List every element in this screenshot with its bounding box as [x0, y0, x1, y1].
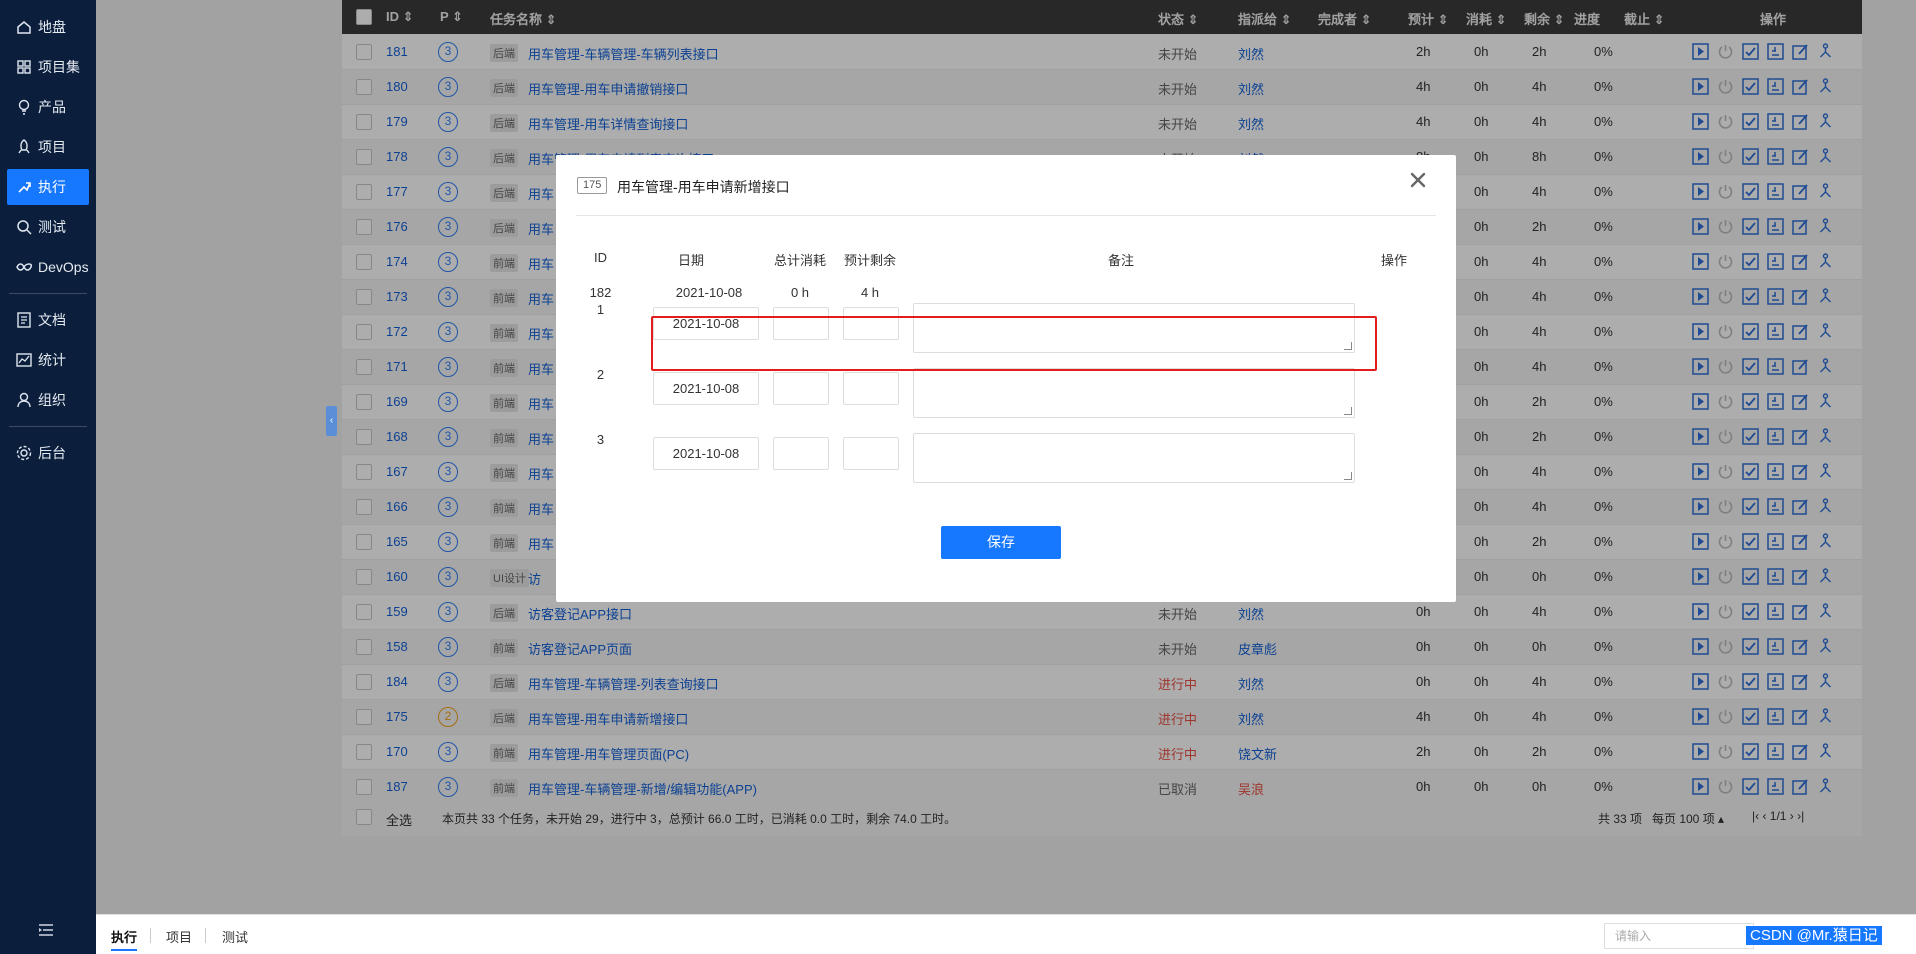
effort-modal: 175 用车管理-用车申请新增接口 ID 日期 总计消耗 预计剩余 备注 操作 … — [556, 155, 1456, 602]
nav-divider — [9, 426, 87, 427]
run-icon — [15, 178, 33, 196]
user-icon — [15, 391, 33, 409]
left-input[interactable] — [843, 372, 899, 405]
entry-id: 2 — [596, 367, 605, 382]
entry-id: 1 — [596, 302, 605, 317]
tab-divider — [150, 928, 151, 943]
sidebar-item-label: 产品 — [38, 99, 66, 115]
sidebar: 地盘项目集产品项目执行测试 DevOps 文档统计组织后台 — [0, 0, 96, 954]
task-id-badge: 175 — [577, 177, 608, 194]
tab-execution[interactable]: 执行 — [111, 927, 138, 951]
bottom-bar: 执行 项目 测试 请输入 CSDN @Mr.猿日记 — [96, 914, 1916, 954]
sidebar-item-label: 项目 — [38, 139, 66, 155]
sidebar-item-label: 地盘 — [38, 19, 66, 35]
collapse-handle-icon[interactable]: ‹ — [326, 406, 337, 436]
sidebar-item-label: 执行 — [38, 179, 66, 195]
existing-left: 4 h — [860, 285, 880, 300]
col-date: 日期 — [677, 253, 704, 268]
chart-icon — [15, 351, 33, 369]
note-textarea[interactable] — [913, 368, 1355, 418]
sidebar-item-label: 组织 — [38, 392, 66, 408]
sidebar-item-6[interactable]: DevOps — [7, 249, 89, 285]
note-textarea[interactable] — [913, 433, 1355, 483]
sidebar-item-label: 项目集 — [38, 59, 80, 75]
entry-id: 3 — [596, 432, 605, 447]
search-input[interactable]: 请输入 — [1604, 923, 1754, 949]
watermark: CSDN @Mr.猿日记 — [1746, 923, 1882, 949]
left-input[interactable] — [843, 437, 899, 470]
gear-icon — [15, 444, 33, 462]
sidebar-item-label: 统计 — [38, 352, 66, 368]
consumed-input[interactable] — [773, 372, 829, 405]
close-icon[interactable] — [1408, 170, 1428, 190]
sidebar-item-label: DevOps — [38, 259, 89, 275]
infinity-icon — [15, 258, 33, 276]
col-note: 备注 — [1107, 253, 1134, 268]
sidebar-item-0[interactable]: 地盘 — [7, 9, 89, 45]
col-id: ID — [594, 250, 607, 265]
sidebar-item-3[interactable]: 项目 — [7, 129, 89, 165]
existing-id: 182 — [589, 285, 612, 300]
sidebar-item-label: 测试 — [38, 219, 66, 235]
lightbulb-icon — [15, 98, 33, 116]
col-actions: 操作 — [1380, 253, 1407, 268]
date-input[interactable]: 2021-10-08 — [653, 437, 759, 470]
document-icon — [15, 311, 33, 329]
sidebar-item-2[interactable]: 产品 — [7, 89, 89, 125]
tab-project[interactable]: 项目 — [166, 927, 192, 946]
sidebar-item-9[interactable]: 组织 — [7, 382, 89, 418]
home-icon — [15, 18, 33, 36]
sidebar-item-label: 后台 — [38, 445, 66, 461]
tab-divider — [205, 928, 206, 943]
highlight-box — [651, 316, 1377, 371]
sidebar-item-8[interactable]: 统计 — [7, 342, 89, 378]
sidebar-item-label: 文档 — [38, 312, 66, 328]
sidebar-item-1[interactable]: 项目集 — [7, 49, 89, 85]
sidebar-item-5[interactable]: 测试 — [7, 209, 89, 245]
grid-icon — [15, 58, 33, 76]
sidebar-item-4[interactable]: 执行 — [7, 169, 89, 205]
existing-date: 2021-10-08 — [675, 285, 743, 300]
consumed-input[interactable] — [773, 437, 829, 470]
menu-toggle-icon[interactable] — [38, 923, 54, 937]
search-icon — [15, 218, 33, 236]
col-left: 预计剩余 — [843, 253, 896, 268]
date-input[interactable]: 2021-10-08 — [653, 372, 759, 405]
nav-divider — [9, 293, 87, 294]
col-consumed: 总计消耗 — [773, 253, 826, 268]
rocket-icon — [15, 138, 33, 156]
tab-test[interactable]: 测试 — [222, 927, 248, 946]
sidebar-item-10[interactable]: 后台 — [7, 435, 89, 471]
modal-title: 用车管理-用车申请新增接口 — [617, 179, 790, 195]
save-button[interactable]: 保存 — [941, 526, 1061, 559]
sidebar-item-7[interactable]: 文档 — [7, 302, 89, 338]
existing-consumed: 0 h — [790, 285, 810, 300]
